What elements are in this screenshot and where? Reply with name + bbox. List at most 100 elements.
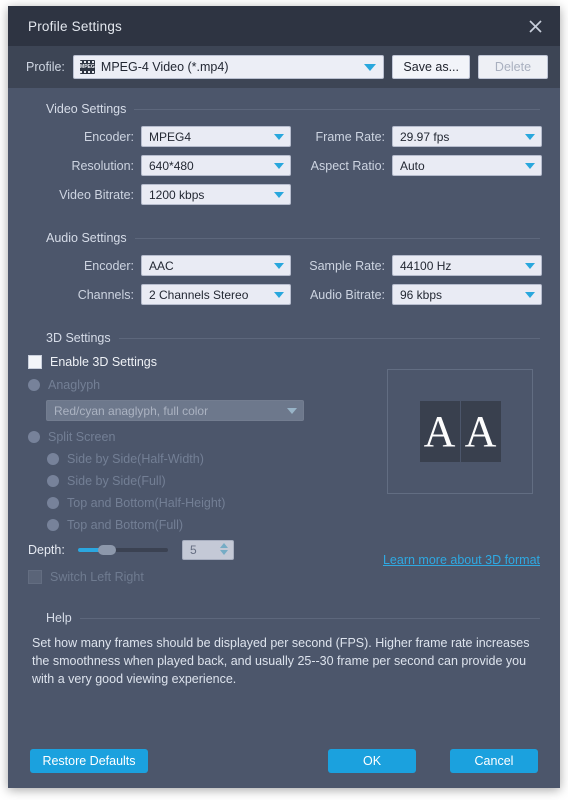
threed-options-column: Enable 3D Settings Anaglyph Red/cyan ana… — [28, 355, 373, 593]
resolution-label: Resolution: — [71, 158, 134, 173]
top-and-bottom-full-label: Top and Bottom(Full) — [67, 518, 184, 532]
chevron-down-icon — [525, 162, 535, 169]
dialog-body: Video Settings Encoder: MPEG4 Frame Rate… — [8, 88, 560, 728]
frame-rate-select[interactable]: 29.97 fps — [392, 126, 542, 147]
chevron-down-icon[interactable] — [220, 550, 228, 555]
anaglyph-radio — [28, 379, 40, 391]
top-and-bottom-half-height-label: Top and Bottom(Half-Height) — [67, 496, 226, 510]
enable-3d-checkbox-row[interactable]: Enable 3D Settings — [28, 355, 373, 369]
threed-preview: A A — [387, 369, 533, 494]
sample-rate-value: 44100 Hz — [400, 258, 452, 273]
help-group: Help Set how many frames should be displ… — [28, 611, 540, 688]
video-bitrate-label: Video Bitrate: — [59, 187, 134, 202]
mpeg-film-icon: MPEG — [79, 60, 95, 74]
profile-bar: Profile: MPEG MPEG-4 Video (*.mp4) Save … — [8, 46, 560, 88]
split-screen-label: Split Screen — [48, 430, 116, 444]
frame-rate-label: Frame Rate: — [315, 129, 385, 144]
resolution-select[interactable]: 640*480 — [141, 155, 291, 176]
video-bitrate-field: Video Bitrate: 1200 kbps — [28, 184, 298, 205]
profile-select[interactable]: MPEG MPEG-4 Video (*.mp4) — [72, 55, 385, 79]
window-title: Profile Settings — [28, 18, 122, 34]
learn-more-3d-link[interactable]: Learn more about 3D format — [383, 553, 540, 567]
top-and-bottom-half-height-radio — [47, 497, 59, 509]
side-by-side-half-width-radio — [47, 453, 59, 465]
frame-rate-field: Frame Rate: 29.97 fps — [291, 126, 542, 147]
depth-slider[interactable] — [78, 543, 168, 557]
threed-preview-column: A A Learn more about 3D format — [373, 355, 540, 593]
close-icon[interactable] — [520, 12, 550, 40]
chevron-down-icon — [274, 133, 284, 140]
profile-select-value: MPEG-4 Video (*.mp4) — [100, 60, 229, 74]
audio-encoder-value: AAC — [149, 258, 174, 273]
sample-rate-field: Sample Rate: 44100 Hz — [291, 255, 542, 276]
ok-button[interactable]: OK — [328, 749, 416, 773]
title-bar: Profile Settings — [8, 6, 560, 46]
depth-stepper[interactable]: 5 — [182, 540, 234, 560]
audio-encoder-label: Encoder: — [83, 258, 134, 273]
chevron-down-icon — [274, 162, 284, 169]
mpeg-icon-text: MPEG — [80, 63, 95, 70]
divider — [118, 337, 540, 339]
frame-rate-value: 29.97 fps — [400, 129, 450, 144]
audio-bitrate-select[interactable]: 96 kbps — [392, 284, 542, 305]
audio-settings-body: Encoder: AAC Sample Rate: 44100 Hz Chann… — [28, 245, 542, 317]
channels-label: Channels: — [77, 287, 134, 302]
divider — [134, 237, 540, 239]
audio-row-1: Encoder: AAC Sample Rate: 44100 Hz — [28, 255, 542, 276]
video-settings-title: Video Settings — [46, 102, 127, 116]
encoder-field: Encoder: MPEG4 — [28, 126, 291, 147]
video-bitrate-value: 1200 kbps — [149, 187, 205, 202]
split-option-row: Top and Bottom(Half-Height) — [47, 496, 373, 510]
resolution-value: 640*480 — [149, 158, 194, 173]
save-as-button[interactable]: Save as... — [392, 55, 470, 79]
aspect-ratio-value: Auto — [400, 158, 425, 173]
side-by-side-full-label: Side by Side(Full) — [67, 474, 166, 488]
aspect-ratio-label: Aspect Ratio: — [310, 158, 385, 173]
help-header: Help — [28, 611, 540, 625]
aspect-ratio-select[interactable]: Auto — [392, 155, 542, 176]
threed-settings-header: 3D Settings — [28, 331, 540, 345]
video-encoder-select[interactable]: MPEG4 — [141, 126, 291, 147]
audio-row-2: Channels: 2 Channels Stereo Audio Bitrat… — [28, 284, 542, 305]
depth-slider-thumb[interactable] — [98, 545, 116, 555]
delete-button: Delete — [478, 55, 548, 79]
channels-field: Channels: 2 Channels Stereo — [28, 284, 291, 305]
audio-settings-header: Audio Settings — [28, 231, 540, 245]
stepper-arrows — [220, 543, 228, 555]
sample-rate-select[interactable]: 44100 Hz — [392, 255, 542, 276]
video-row-2: Resolution: 640*480 Aspect Ratio: Auto — [28, 155, 542, 176]
preview-right-eye: A — [460, 401, 501, 462]
chevron-down-icon — [274, 262, 284, 269]
threed-settings-group: 3D Settings Enable 3D Settings Anaglyph … — [28, 331, 540, 597]
switch-left-right-checkbox — [28, 570, 42, 584]
anaglyph-select: Red/cyan anaglyph, full color — [46, 400, 304, 421]
restore-defaults-button[interactable]: Restore Defaults — [30, 749, 148, 773]
divider — [134, 108, 540, 110]
audio-settings-title: Audio Settings — [46, 231, 127, 245]
channels-select[interactable]: 2 Channels Stereo — [141, 284, 291, 305]
aspect-ratio-field: Aspect Ratio: Auto — [291, 155, 542, 176]
dialog-footer: Restore Defaults OK Cancel — [8, 728, 560, 788]
chevron-down-icon — [274, 291, 284, 298]
video-row-3: Video Bitrate: 1200 kbps — [28, 184, 540, 205]
audio-encoder-select[interactable]: AAC — [141, 255, 291, 276]
video-bitrate-select[interactable]: 1200 kbps — [141, 184, 291, 205]
split-option-row: Top and Bottom(Full) — [47, 518, 373, 532]
switch-left-right-label: Switch Left Right — [50, 570, 144, 584]
split-option-row: Side by Side(Half-Width) — [47, 452, 373, 466]
video-settings-header: Video Settings — [28, 102, 540, 116]
video-encoder-value: MPEG4 — [149, 129, 192, 144]
profile-label: Profile: — [26, 60, 65, 74]
audio-bitrate-label: Audio Bitrate: — [309, 287, 385, 302]
chevron-up-icon[interactable] — [220, 543, 228, 548]
audio-bitrate-field: Audio Bitrate: 96 kbps — [291, 284, 542, 305]
split-option-row: Side by Side(Full) — [47, 474, 373, 488]
enable-3d-checkbox[interactable] — [28, 355, 42, 369]
profile-settings-dialog: Profile Settings Profile: MPEG MPEG-4 Vi… — [8, 6, 560, 788]
chevron-down-icon — [287, 407, 297, 414]
threed-preview-inner: A A — [419, 401, 501, 462]
cancel-button[interactable]: Cancel — [450, 749, 538, 773]
depth-row: Depth: 5 — [28, 540, 373, 560]
depth-label: Depth: — [28, 543, 65, 557]
side-by-side-full-radio — [47, 475, 59, 487]
